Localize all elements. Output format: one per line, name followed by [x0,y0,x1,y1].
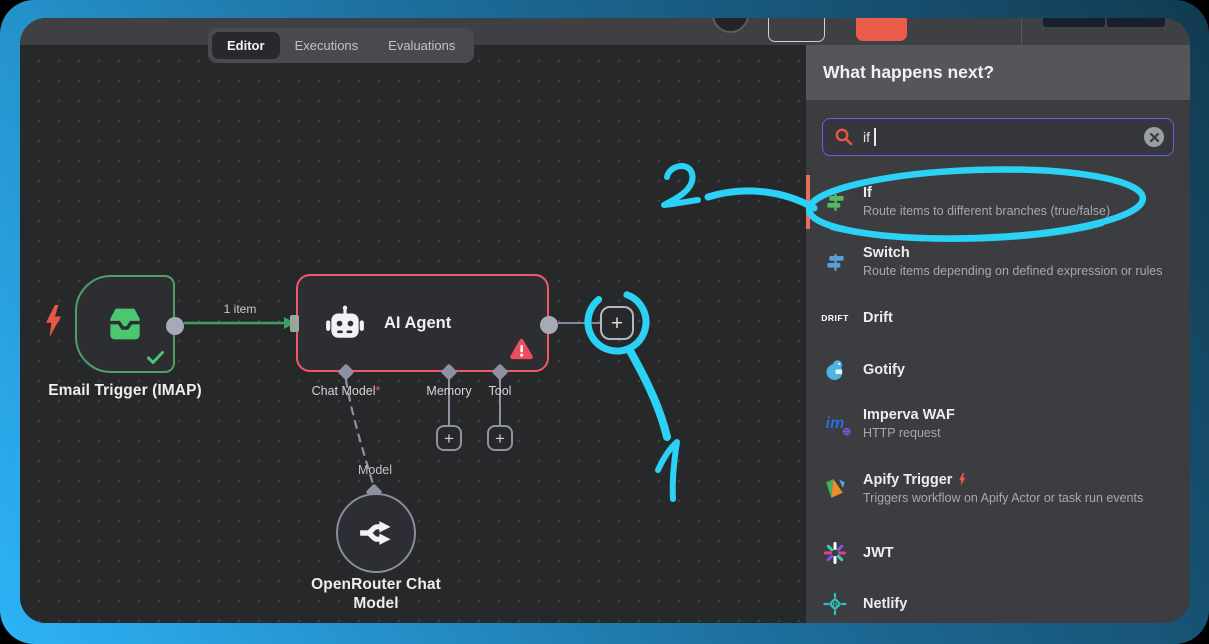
item-title: Gotify [863,362,905,378]
node-picker-panel: What happens next? [806,45,1190,623]
imperva-logo-icon: im⊕ [820,409,850,439]
tab-executions[interactable]: Executions [280,32,374,59]
list-item-apify-trigger[interactable]: Apify Trigger Triggers workflow on Apify… [806,451,1190,526]
warning-icon [509,338,534,365]
share-button[interactable] [768,18,825,42]
node-results-list: If Route items to different branches (tr… [806,172,1190,623]
gotify-bird-icon [820,355,850,385]
robot-icon [324,305,366,341]
openrouter-icon [358,515,394,551]
node-label-openrouter: OpenRouter Chat Model [292,575,460,613]
list-item-jwt[interactable]: JWT [806,526,1190,579]
trigger-bolt-icon [46,304,62,343]
port-label-model: Model [358,463,392,477]
success-check-icon [147,351,164,364]
apify-logo-icon [820,474,850,504]
add-tool-button[interactable]: + [487,425,513,451]
drift-wordmark-icon: DRIFT [820,303,850,333]
item-description: Route items depending on defined express… [863,264,1163,279]
port-label-chat-model: Chat Model* [312,384,381,398]
add-node-button[interactable]: + [600,306,634,340]
topbar-divider [1021,18,1022,45]
item-title: JWT [863,545,894,561]
item-description: Triggers workflow on Apify Actor or task… [863,491,1143,506]
user-avatar[interactable] [712,18,749,33]
node-openrouter[interactable] [336,493,416,573]
list-item-switch[interactable]: Switch Route items depending on defined … [806,232,1190,292]
clear-search-icon[interactable] [1144,127,1164,147]
node-ai-agent[interactable]: AI Agent [296,274,549,372]
tab-evaluations[interactable]: Evaluations [373,32,470,59]
svg-text:n: n [833,600,838,609]
port-label-memory: Memory [426,384,471,398]
output-connector[interactable] [166,317,184,335]
node-email-trigger[interactable] [75,275,175,373]
add-memory-button[interactable]: + [436,425,462,451]
trigger-bolt-icon [958,473,967,486]
jwt-starburst-icon [820,538,850,568]
item-title: Drift [863,310,893,326]
inbox-icon [102,304,148,344]
edge-item-count: 1 item [195,302,285,316]
view-tabs: Editor Executions Evaluations [208,28,474,63]
search-field [822,118,1174,156]
list-item-imperva-waf[interactable]: im⊕ Imperva WAF HTTP request [806,396,1190,451]
screenshot-stage: Editor Executions Evaluations [0,0,1209,644]
item-title: Netlify [863,596,907,612]
item-title: Imperva WAF [863,407,955,423]
port-label-tool: Tool [489,384,512,398]
list-item-netlify[interactable]: n Netlify [806,579,1190,623]
item-description: Route items to different branches (true/… [863,204,1110,219]
item-title: Apify Trigger [863,472,1143,488]
item-title: Switch [863,245,1163,261]
node-label-email-trigger: Email Trigger (IMAP) [25,382,225,400]
item-description: HTTP request [863,426,955,441]
text-caret [874,128,876,146]
top-bar [20,18,1190,45]
node-title: AI Agent [384,314,451,333]
netlify-diamond-icon: n [820,589,850,619]
topbar-dark-button-1[interactable] [1043,18,1105,27]
list-item-gotify[interactable]: Gotify [806,344,1190,396]
switch-branches-icon [820,247,850,277]
item-title: If [863,185,1110,201]
if-branches-icon [820,187,850,217]
panel-title: What happens next? [823,62,994,83]
required-marker: * [376,384,381,398]
output-connector[interactable] [540,316,558,334]
topbar-dark-button-2[interactable] [1107,18,1165,27]
list-item-if[interactable]: If Route items to different branches (tr… [806,172,1190,232]
save-button[interactable] [856,18,907,41]
tab-editor[interactable]: Editor [212,32,280,59]
panel-header: What happens next? [806,45,1190,100]
list-item-drift[interactable]: DRIFT Drift [806,292,1190,344]
workflow-editor-window: Editor Executions Evaluations [20,18,1190,623]
input-connector[interactable] [290,315,299,332]
